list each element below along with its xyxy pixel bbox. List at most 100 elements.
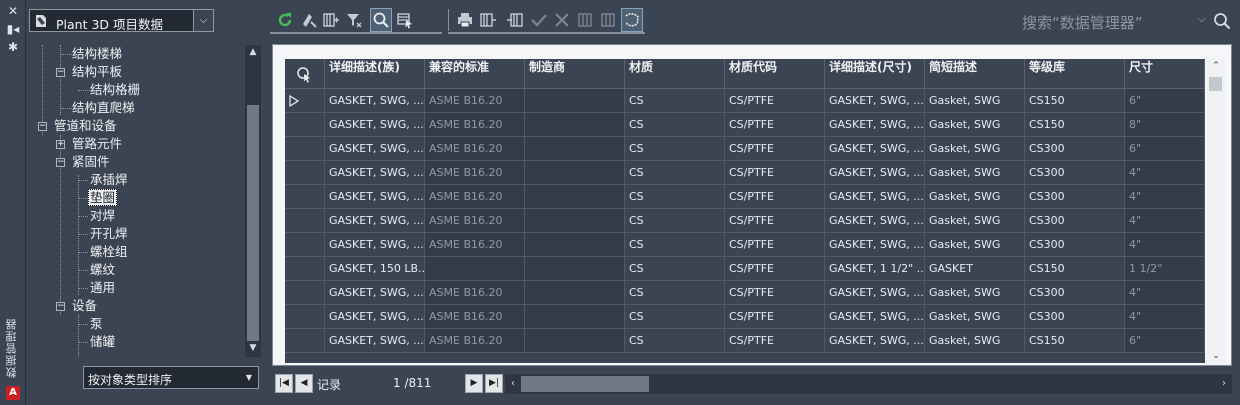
table-cell[interactable]: ASME B16.20: [425, 137, 525, 161]
close-icon[interactable]: ✕: [5, 4, 21, 18]
table-cell[interactable]: CS150: [1025, 329, 1125, 353]
row-header[interactable]: [285, 329, 325, 353]
filter-button[interactable]: [343, 8, 365, 32]
select-in-grid-button[interactable]: [394, 8, 416, 32]
sort-select[interactable]: 按对象类型排序 ▼: [83, 366, 259, 389]
table-cell[interactable]: CS: [625, 209, 725, 233]
tree-item-threaded[interactable]: 螺纹: [90, 261, 115, 279]
table-cell[interactable]: Gasket, SWG: [925, 281, 1025, 305]
row-header[interactable]: [285, 233, 325, 257]
table-cell[interactable]: 4": [1125, 305, 1205, 329]
table-cell[interactable]: Gasket, SWG: [925, 329, 1025, 353]
search-icon[interactable]: [1213, 12, 1231, 30]
table-cell[interactable]: 6": [1125, 329, 1205, 353]
table-cell[interactable]: CS/PTFE: [725, 233, 825, 257]
collapse-icon[interactable]: −: [56, 158, 65, 167]
table-cell[interactable]: Gasket, SWG: [925, 233, 1025, 257]
table-cell[interactable]: CS: [625, 89, 725, 113]
column-header[interactable]: 尺寸: [1125, 59, 1205, 89]
table-cell[interactable]: CS/PTFE: [725, 281, 825, 305]
scroll-down-icon[interactable]: ▼: [245, 341, 261, 355]
table-cell[interactable]: 8": [1125, 113, 1205, 137]
table-cell[interactable]: ASME B16.20: [425, 329, 525, 353]
row-header[interactable]: [285, 161, 325, 185]
collapse-icon[interactable]: −: [38, 122, 47, 131]
table-cell[interactable]: [525, 257, 625, 281]
tree-scroll-thumb[interactable]: [247, 105, 259, 341]
table-cell[interactable]: [525, 209, 625, 233]
row-header[interactable]: [285, 137, 325, 161]
column-header[interactable]: 详细描述(族): [325, 59, 425, 89]
table-cell[interactable]: GASKET, SWG, ...: [825, 113, 925, 137]
previous-record-button[interactable]: ◀: [295, 374, 313, 393]
column-header[interactable]: 等级库: [1025, 59, 1125, 89]
table-cell[interactable]: ASME B16.20: [425, 233, 525, 257]
tree-item-generic[interactable]: 通用: [90, 279, 115, 297]
table-cell[interactable]: CS/PTFE: [725, 113, 825, 137]
table-cell[interactable]: CS300: [1025, 305, 1125, 329]
table-cell[interactable]: GASKET, SWG, ...: [325, 329, 425, 353]
table-cell[interactable]: Gasket, SWG: [925, 161, 1025, 185]
table-cell[interactable]: ASME B16.20: [425, 281, 525, 305]
row-header[interactable]: [285, 89, 325, 113]
table-cell[interactable]: CS/PTFE: [725, 161, 825, 185]
tree-scrollbar[interactable]: ▲ ▼: [245, 45, 261, 357]
table-cell[interactable]: GASKET, SWG, ...: [325, 113, 425, 137]
table-cell[interactable]: ASME B16.20: [425, 185, 525, 209]
next-record-button[interactable]: ▶: [465, 374, 483, 393]
grid-scroll-thumb[interactable]: [1209, 77, 1222, 91]
table-cell[interactable]: CS: [625, 161, 725, 185]
expand-icon[interactable]: +: [56, 140, 65, 149]
grid-horizontal-scrollbar[interactable]: ‹ ›: [505, 374, 1232, 394]
column-header[interactable]: 材质: [625, 59, 725, 89]
table-cell[interactable]: GASKET, SWG, ...: [325, 185, 425, 209]
table-cell[interactable]: CS: [625, 185, 725, 209]
collapse-icon[interactable]: −: [56, 302, 65, 311]
table-cell[interactable]: GASKET, SWG, ...: [325, 209, 425, 233]
first-record-button[interactable]: |◀: [275, 374, 293, 393]
table-cell[interactable]: GASKET, 1 1/2" ...: [825, 257, 925, 281]
tree-item-pipe-components[interactable]: 管路元件: [72, 135, 122, 153]
select-all-header[interactable]: [285, 59, 325, 89]
tree-item-gaskets[interactable]: 垫圈: [88, 189, 118, 207]
table-cell[interactable]: GASKET, SWG, ...: [825, 161, 925, 185]
table-cell[interactable]: [525, 233, 625, 257]
table-cell[interactable]: ASME B16.20: [425, 113, 525, 137]
column-header[interactable]: 简短描述: [925, 59, 1025, 89]
table-cell[interactable]: GASKET, SWG, ...: [825, 89, 925, 113]
table-cell[interactable]: GASKET, 150 LB...: [325, 257, 425, 281]
table-cell[interactable]: GASKET, SWG, ...: [325, 305, 425, 329]
table-cell[interactable]: [525, 281, 625, 305]
tree-item-tank[interactable]: 储罐: [90, 333, 115, 351]
table-cell[interactable]: [525, 305, 625, 329]
table-cell[interactable]: Gasket, SWG: [925, 305, 1025, 329]
table-cell[interactable]: CS: [625, 281, 725, 305]
export-button[interactable]: [477, 8, 499, 32]
table-cell[interactable]: CS300: [1025, 209, 1125, 233]
properties-icon[interactable]: ✱: [5, 40, 21, 54]
table-cell[interactable]: 4": [1125, 209, 1205, 233]
table-cell[interactable]: CS: [625, 233, 725, 257]
table-cell[interactable]: CS/PTFE: [725, 257, 825, 281]
table-cell[interactable]: CS150: [1025, 257, 1125, 281]
project-data-select[interactable]: Plant 3D 项目数据 ⌵: [29, 9, 214, 32]
last-record-button[interactable]: ▶|: [485, 374, 503, 393]
scroll-right-icon[interactable]: ›: [1216, 374, 1232, 394]
table-cell[interactable]: CS150: [1025, 89, 1125, 113]
column-header[interactable]: 材质代码: [725, 59, 825, 89]
table-cell[interactable]: CS/PTFE: [725, 209, 825, 233]
table-cell[interactable]: ASME B16.20: [425, 305, 525, 329]
horizontal-scroll-thumb[interactable]: [521, 376, 649, 392]
table-cell[interactable]: 4": [1125, 161, 1205, 185]
search-input[interactable]: 搜索“数据管理器”: [1022, 12, 1143, 33]
table-cell[interactable]: Gasket, SWG: [925, 137, 1025, 161]
table-cell[interactable]: ASME B16.20: [425, 161, 525, 185]
column-settings-button[interactable]: [320, 8, 342, 32]
tree-item-open-weld[interactable]: 开孔焊: [90, 225, 128, 243]
tree-item-piping-equipment[interactable]: 管道和设备: [54, 117, 117, 135]
row-header[interactable]: [285, 281, 325, 305]
scroll-left-icon[interactable]: ‹: [505, 374, 521, 394]
table-cell[interactable]: CS/PTFE: [725, 185, 825, 209]
column-header[interactable]: 兼容的标准: [425, 59, 525, 89]
next-change-button[interactable]: [598, 8, 620, 32]
